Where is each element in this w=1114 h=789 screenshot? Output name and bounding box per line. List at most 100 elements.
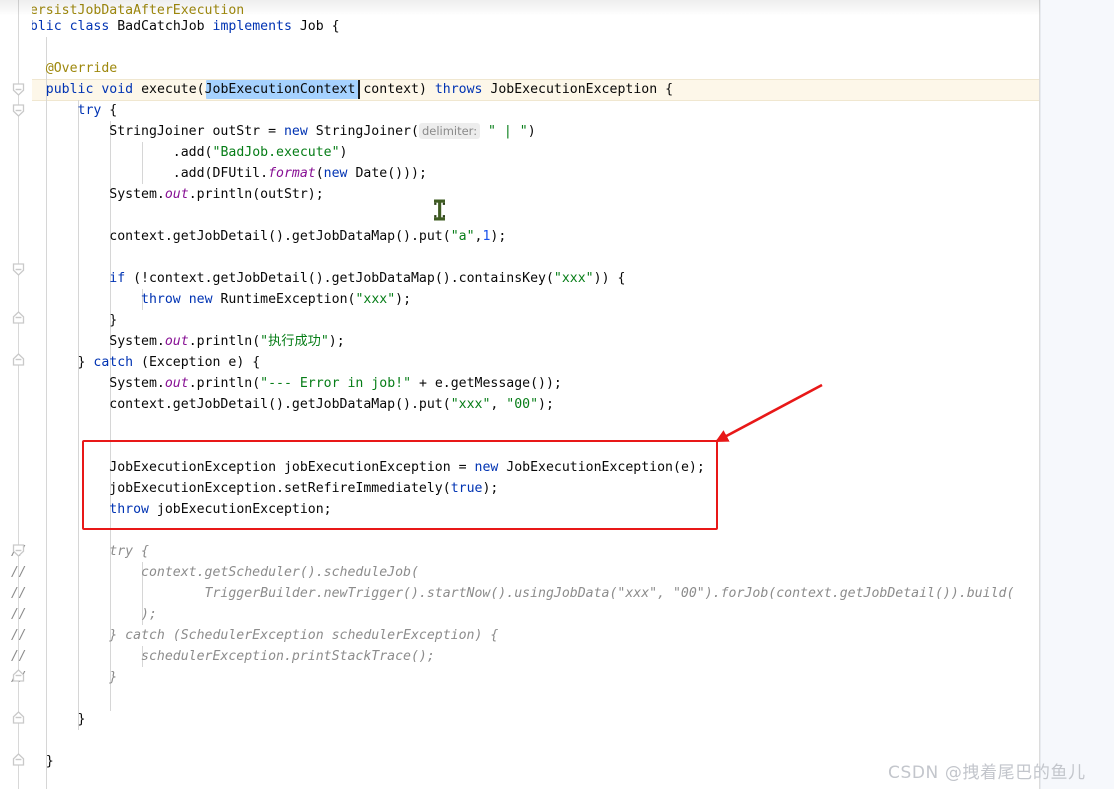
code-token: );	[328, 334, 345, 349]
code-token: } catch (SchedulerException schedulerExc…	[14, 628, 499, 643]
code-token: new	[283, 124, 308, 139]
code-token: void	[101, 82, 134, 97]
code-line[interactable]: jobExecutionException.setRefireImmediate…	[0, 478, 498, 499]
code-line[interactable]: System.out.println("执行成功");	[0, 331, 345, 352]
code-token: if	[109, 271, 126, 286]
code-token: context.getJobDetail().getJobDataMap().p…	[14, 397, 451, 412]
fold-collapse-down-icon[interactable]	[11, 82, 26, 97]
gutter-comment-mark: //	[11, 649, 27, 664]
code-token: "执行成功"	[260, 334, 329, 349]
code-line[interactable]: public void execute(JobExecutionContext …	[0, 79, 673, 100]
code-token: throw	[109, 502, 149, 517]
fold-collapse-down-icon[interactable]	[11, 103, 26, 118]
fold-collapse-up-icon[interactable]	[11, 310, 26, 325]
code-token: try {	[14, 544, 149, 559]
code-token: implements	[212, 19, 292, 34]
gutter-comment-mark: //	[11, 607, 27, 622]
fold-collapse-down-icon[interactable]	[11, 262, 26, 277]
code-token: .add(DFUtil.	[14, 166, 269, 181]
code-token: try	[77, 103, 102, 118]
code-token: jobExecutionException.setRefireImmediate…	[14, 481, 451, 496]
code-line-text: .add("BadJob.execute")	[0, 142, 348, 163]
code-line-text: System.out.println("执行成功");	[0, 331, 345, 352]
code-line[interactable]: .add(DFUtil.format(new Date()));	[0, 163, 427, 184]
fold-collapse-up-icon[interactable]	[11, 352, 26, 367]
code-token: catch	[93, 355, 134, 370]
code-line[interactable]: if (!context.getJobDetail().getJobDataMa…	[0, 268, 625, 289]
code-line[interactable]: context.getScheduler().scheduleJob(	[0, 562, 419, 583]
code-line[interactable]: StringJoiner outStr = new StringJoiner(d…	[0, 121, 536, 142]
code-token: Job {	[291, 19, 340, 34]
code-token: (Exception e) {	[133, 355, 261, 370]
code-token: + e.getMessage());	[411, 376, 562, 391]
code-line-text: context.getJobDetail().getJobDataMap().p…	[0, 226, 506, 247]
code-line-text: context.getScheduler().scheduleJob(	[0, 562, 419, 583]
fold-collapse-down-icon[interactable]	[11, 543, 26, 558]
code-token: );	[490, 229, 507, 244]
inline-parameter-hint: delimiter:	[418, 123, 481, 139]
code-line-text: jobExecutionException.setRefireImmediate…	[0, 478, 498, 499]
code-line-text: schedulerException.printStackTrace();	[0, 646, 435, 667]
code-line-text: throw new RuntimeException("xxx");	[0, 289, 411, 310]
code-token: "a"	[450, 229, 475, 244]
code-token: out	[164, 187, 189, 202]
code-token: );	[482, 481, 499, 496]
code-token: throw	[141, 292, 181, 307]
text-caret	[358, 80, 360, 99]
code-line[interactable]: System.out.println("--- Error in job!" +…	[0, 373, 562, 394]
code-line[interactable]: schedulerException.printStackTrace();	[0, 646, 435, 667]
code-token: System.	[14, 376, 165, 391]
code-line[interactable]: .add("BadJob.execute")	[0, 142, 348, 163]
fold-collapse-up-icon[interactable]	[11, 710, 26, 725]
code-token: "xxx"	[553, 271, 594, 286]
fold-collapse-up-icon[interactable]	[11, 668, 26, 683]
code-line[interactable]: JobExecutionException jobExecutionExcept…	[0, 457, 705, 478]
code-token: out	[164, 376, 189, 391]
code-line-text: public class BadCatchJob implements Job …	[0, 16, 340, 37]
ide-code-editor-window: @PersistJobDataAfterExecution public clas…	[0, 0, 1114, 789]
code-token: new	[323, 166, 348, 181]
code-token: (!context.getJobDetail().getJobDataMap()…	[125, 271, 554, 286]
code-token: JobExecutionException jobExecutionExcept…	[14, 460, 475, 475]
code-line[interactable]: throw new RuntimeException("xxx");	[0, 289, 411, 310]
code-token: "xxx"	[355, 292, 396, 307]
code-token: JobExecutionException(e);	[498, 460, 705, 475]
code-line[interactable]: TriggerBuilder.newTrigger().startNow().u…	[0, 583, 1015, 604]
code-line-text: System.out.println("--- Error in job!" +…	[0, 373, 562, 394]
code-line[interactable]: throw jobExecutionException;	[0, 499, 331, 520]
code-token: System.	[14, 187, 165, 202]
code-token: context.getScheduler().scheduleJob(	[14, 565, 419, 580]
code-line-text: } catch (SchedulerException schedulerExc…	[0, 625, 498, 646]
code-line[interactable]: } catch (SchedulerException schedulerExc…	[0, 625, 498, 646]
editor-right-panel	[1040, 0, 1114, 789]
code-token: JobExecutionException {	[482, 82, 674, 97]
code-line-text: TriggerBuilder.newTrigger().startNow().u…	[0, 583, 1015, 604]
csdn-watermark: CSDN @拽着尾巴的鱼儿	[888, 763, 1086, 783]
fold-collapse-up-icon[interactable]	[11, 752, 26, 767]
code-text-area[interactable]: @PersistJobDataAfterExecution public clas…	[0, 0, 1040, 789]
code-line-text: context.getJobDetail().getJobDataMap().p…	[0, 394, 554, 415]
code-token: true	[450, 481, 483, 496]
code-line[interactable]: } catch (Exception e) {	[0, 352, 261, 373]
code-line[interactable]: context.getJobDetail().getJobDataMap().p…	[0, 394, 554, 415]
code-line-text: JobExecutionException jobExecutionExcept…	[0, 457, 705, 478]
code-line-text: } catch (Exception e) {	[0, 352, 261, 373]
code-token: "--- Error in job!"	[260, 376, 412, 391]
code-token: "xxx"	[450, 397, 491, 412]
editor-surface[interactable]: @PersistJobDataAfterExecution public clas…	[0, 0, 1040, 789]
code-line-text: throw jobExecutionException;	[0, 499, 331, 520]
editor-gutter[interactable]: //////////////	[0, 0, 32, 789]
code-token: format	[268, 166, 316, 181]
code-token: ,	[490, 397, 507, 412]
code-token: )) {	[593, 271, 626, 286]
code-line[interactable]: context.getJobDetail().getJobDataMap().p…	[0, 226, 506, 247]
code-token: schedulerException.printStackTrace();	[14, 649, 435, 664]
code-line[interactable]: System.out.println(outStr);	[0, 184, 323, 205]
code-token: out	[164, 334, 189, 349]
code-line[interactable]: public class BadCatchJob implements Job …	[0, 16, 340, 37]
code-line-text: public void execute(JobExecutionContext …	[0, 79, 673, 100]
